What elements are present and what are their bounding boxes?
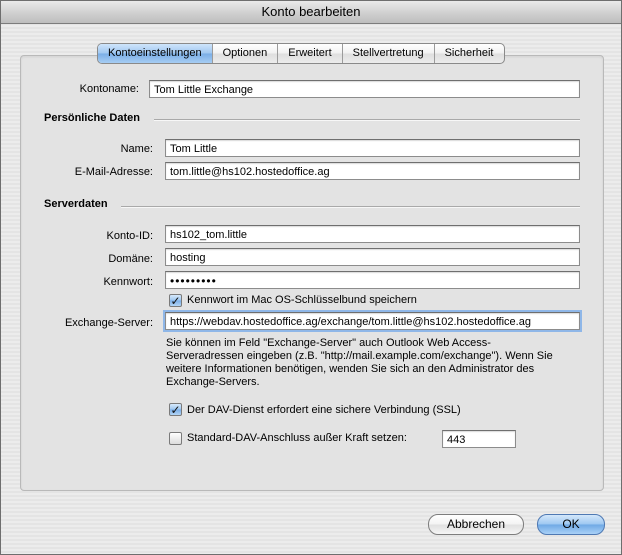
tab-sicherheit[interactable]: Sicherheit: [433, 44, 504, 63]
ssl-label: Der DAV-Dienst erfordert eine sichere Ve…: [187, 404, 461, 416]
ssl-checkbox[interactable]: ✓: [169, 403, 182, 416]
exchange-help-text: Sie können im Feld "Exchange-Server" auc…: [166, 337, 553, 388]
window-title: Konto bearbeiten: [1, 1, 621, 24]
ok-button[interactable]: OK: [537, 514, 605, 535]
keychain-checkbox[interactable]: ✓: [169, 294, 182, 307]
domain-label: Domäne:: [108, 253, 153, 265]
section-divider: [121, 206, 580, 208]
personal-data-heading: Persönliche Daten: [44, 112, 140, 124]
checkmark-icon: ✓: [170, 403, 181, 417]
server-data-heading: Serverdaten: [44, 198, 108, 210]
tab-erweitert[interactable]: Erweitert: [277, 44, 341, 63]
account-name-field[interactable]: Tom Little Exchange: [149, 80, 580, 98]
account-id-field[interactable]: hs102_tom.little: [165, 225, 580, 243]
name-label: Name:: [120, 143, 153, 155]
email-field[interactable]: tom.little@hs102.hostedoffice.ag: [165, 162, 580, 180]
password-field[interactable]: •••••••••: [165, 271, 580, 289]
tab-optionen[interactable]: Optionen: [211, 44, 278, 63]
exchange-server-field[interactable]: https://webdav.hostedoffice.ag/exchange/…: [165, 312, 580, 330]
domain-field[interactable]: hosting: [165, 248, 580, 266]
account-name-label: Kontoname:: [79, 83, 139, 95]
port-override-checkbox[interactable]: [169, 432, 182, 445]
checkmark-icon: ✓: [170, 294, 181, 308]
name-field[interactable]: Tom Little: [165, 139, 580, 157]
exchange-server-label: Exchange-Server:: [64, 317, 153, 329]
section-divider: [154, 119, 580, 121]
email-label: E-Mail-Adresse:: [74, 166, 153, 178]
port-override-label: Standard-DAV-Anschluss außer Kraft setze…: [187, 432, 407, 444]
tab-bar: Kontoeinstellungen Optionen Erweitert St…: [97, 43, 505, 64]
cancel-button[interactable]: Abbrechen: [428, 514, 524, 535]
password-label: Kennwort:: [103, 276, 153, 288]
tab-stellvertretung[interactable]: Stellvertretung: [341, 44, 434, 63]
port-field[interactable]: 443: [442, 430, 516, 448]
account-id-label: Konto-ID:: [106, 230, 153, 242]
tab-kontoeinstellungen[interactable]: Kontoeinstellungen: [98, 44, 212, 63]
keychain-label: Kennwort im Mac OS-Schlüsselbund speiche…: [187, 294, 417, 306]
edit-account-window: Konto bearbeiten Kontoeinstellungen Opti…: [0, 0, 622, 555]
